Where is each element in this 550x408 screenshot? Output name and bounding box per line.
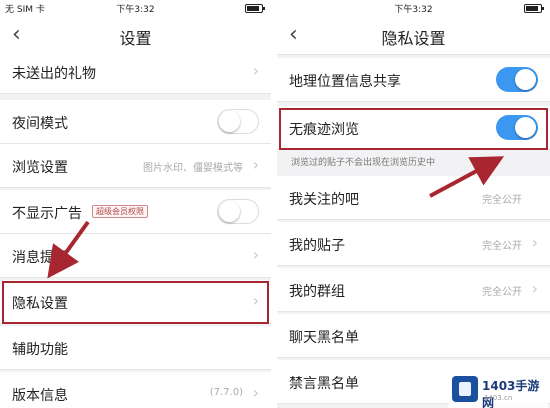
vip-badge: 超级会员权限 [92, 205, 148, 218]
status-bar: 下午3:32 [277, 0, 550, 16]
chevron-right-icon: › [531, 279, 538, 298]
watermark-text: 1403手游网 [482, 379, 540, 408]
status-time: 下午3:32 [116, 5, 155, 15]
watermark-logo [452, 376, 478, 402]
row-label: 夜间模式 [12, 116, 68, 132]
row-browse-settings[interactable]: 浏览设置 图片水印、僵婴模式等 › [0, 144, 271, 188]
chevron-right-icon: › [252, 61, 259, 80]
nav-bar: ‹ 隐私设置 [277, 16, 550, 55]
status-time: 下午3:32 [394, 5, 433, 15]
row-unsent-gifts[interactable]: 未送出的礼物 › [0, 50, 271, 94]
row-accessibility[interactable]: 辅助功能 [0, 326, 271, 370]
row-night-mode: 夜间模式 [0, 100, 271, 144]
hint-text: 浏览过的贴子不会出现在浏览历史中 [291, 158, 436, 168]
status-bar: 无 SIM 卡 下午3:32 [0, 0, 271, 16]
watermark: 1403手游网 1403.cn [448, 372, 548, 408]
row-label: 浏览设置 [12, 160, 68, 176]
watermark-sub: 1403.cn [484, 394, 513, 402]
row-location-share: 地理位置信息共享 [277, 58, 550, 102]
row-label: 版本信息 [12, 388, 68, 404]
row-value: 图片水印、僵婴模式等 [143, 163, 243, 174]
row-label: 聊天黑名单 [289, 330, 359, 346]
row-my-groups[interactable]: 我的群组 完全公开 › [277, 268, 550, 312]
row-version-info[interactable]: 版本信息 (7.7.0) › [0, 372, 271, 408]
row-label: 我的群组 [289, 284, 345, 300]
chevron-right-icon: › [252, 155, 259, 174]
location-share-toggle[interactable] [496, 67, 538, 92]
hide-ads-toggle[interactable] [217, 199, 259, 224]
row-hide-ads: 不显示广告 超级会员权限 [0, 190, 271, 234]
settings-screen: 无 SIM 卡 下午3:32 ‹ 设置 未送出的礼物 › 夜间模式 浏览设置 图… [0, 0, 271, 408]
chevron-right-icon: › [252, 383, 259, 402]
version-value: (7.7.0) [209, 387, 243, 398]
row-value: 完全公开 [482, 287, 522, 298]
row-label: 消息提醒 [12, 250, 68, 266]
row-my-posts[interactable]: 我的贴子 完全公开 › [277, 222, 550, 266]
night-mode-toggle[interactable] [217, 109, 259, 134]
traceless-highlight-box [279, 108, 548, 150]
privacy-screen: 下午3:32 ‹ 隐私设置 地理位置信息共享 无痕迹浏览 浏览过的贴子不会出现在… [277, 0, 550, 408]
page-title: 设置 [119, 29, 152, 48]
row-label: 辅助功能 [12, 342, 68, 358]
row-value: 完全公开 [482, 241, 522, 252]
row-message-notify[interactable]: 消息提醒 › [0, 234, 271, 278]
privacy-highlight-box [2, 281, 269, 324]
chevron-right-icon: › [252, 245, 259, 264]
row-label: 地理位置信息共享 [289, 74, 401, 90]
row-label: 未送出的礼物 [12, 66, 96, 82]
row-label: 我关注的吧 [289, 192, 359, 208]
battery-icon [524, 4, 544, 13]
battery-icon [245, 4, 265, 13]
row-followed-bars[interactable]: 我关注的吧 完全公开 [277, 176, 550, 220]
row-label: 禁言黑名单 [289, 376, 359, 392]
row-value: 完全公开 [482, 195, 522, 206]
row-label: 我的贴子 [289, 238, 345, 254]
chevron-right-icon: › [531, 233, 538, 252]
row-label: 不显示广告 [12, 206, 82, 222]
page-title: 隐私设置 [381, 29, 446, 48]
traceless-hint: 浏览过的贴子不会出现在浏览历史中 [277, 150, 550, 174]
row-chat-blacklist[interactable]: 聊天黑名单 [277, 314, 550, 358]
